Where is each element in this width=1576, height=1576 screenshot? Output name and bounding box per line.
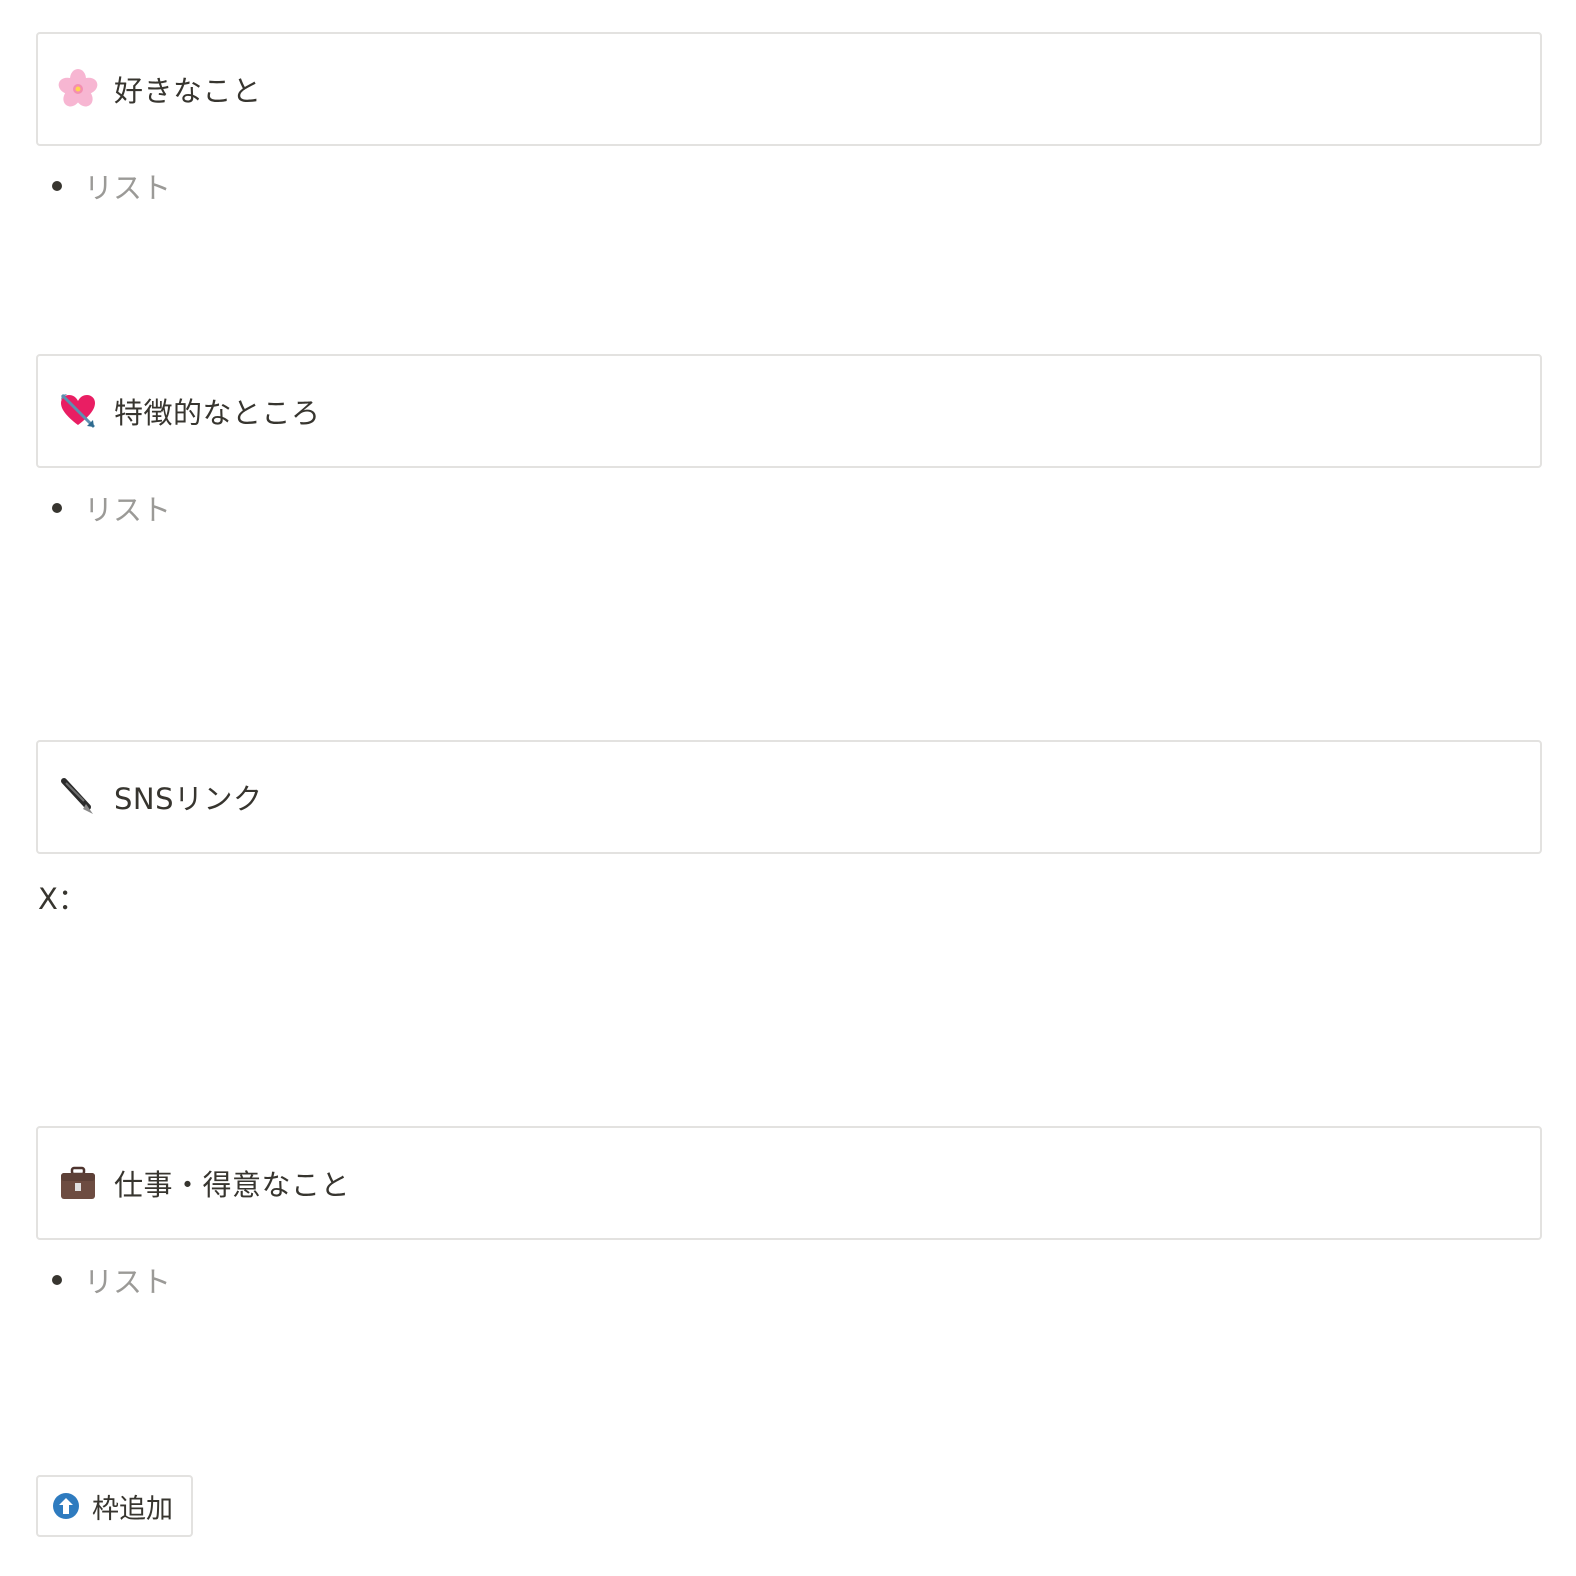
sns-x-field[interactable]: X： [38, 876, 87, 918]
fountain-pen-icon [58, 777, 98, 817]
add-frame-button[interactable]: 枠追加 [36, 1475, 193, 1537]
list-item[interactable]: リスト [52, 1260, 171, 1300]
add-frame-label: 枠追加 [92, 1493, 173, 1525]
bullet-dot [52, 1275, 62, 1285]
list-item[interactable]: リスト [52, 166, 171, 206]
callout-title: 好きなこと [114, 74, 262, 108]
bullet-dot [52, 181, 62, 191]
heart-with-arrow-icon [58, 391, 98, 431]
briefcase-icon [58, 1163, 98, 1203]
callout-features[interactable]: 特徴的なところ [36, 354, 1542, 468]
up-arrow-circle-icon [52, 1492, 80, 1520]
bullet-dot [52, 503, 62, 513]
list-placeholder: リスト [84, 493, 172, 527]
callout-sns-links[interactable]: SNSリンク [36, 740, 1542, 854]
callout-title: 仕事・得意なこと [114, 1168, 351, 1202]
list-item[interactable]: リスト [52, 488, 171, 528]
list-placeholder: リスト [84, 171, 172, 205]
list-placeholder: リスト [84, 1265, 172, 1299]
callout-title: 特徴的なところ [114, 396, 321, 430]
callout-work-skills[interactable]: 仕事・得意なこと [36, 1126, 1542, 1240]
callout-likes[interactable]: 好きなこと [36, 32, 1542, 146]
cherry-blossom-icon [58, 69, 98, 109]
callout-title: SNSリンク [114, 782, 263, 816]
